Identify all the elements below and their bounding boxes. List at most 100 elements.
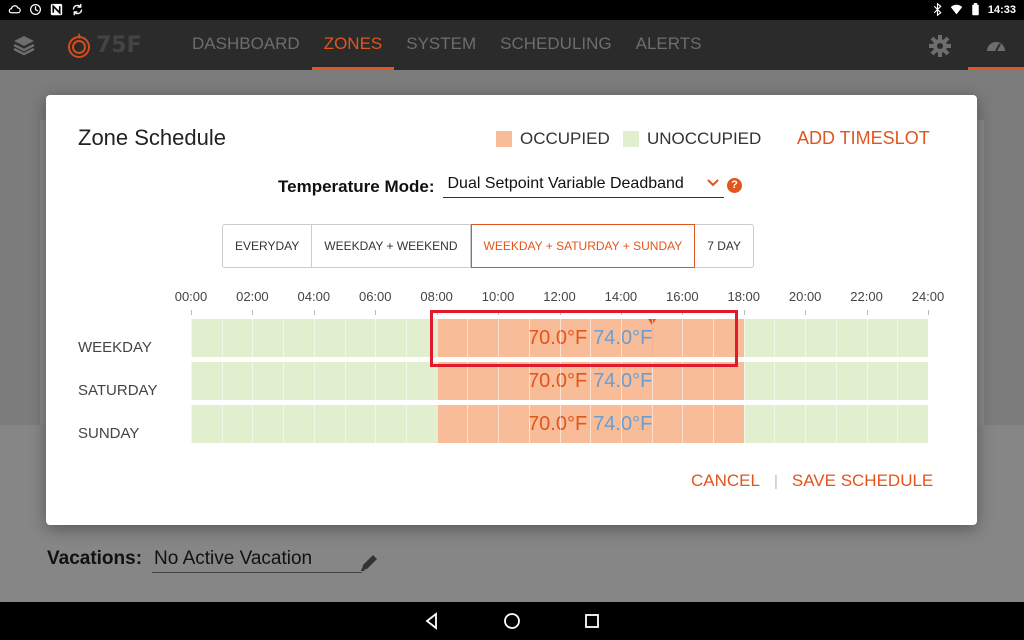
save-schedule-button[interactable]: SAVE SCHEDULE: [792, 471, 933, 491]
hour-gridline: [313, 315, 315, 445]
legend-occupied-label: OCCUPIED: [520, 129, 610, 148]
gauge-icon: [987, 41, 1005, 52]
logo-text: 75F: [96, 32, 142, 58]
vacation-row: Vacations: No Active Vacation: [47, 548, 363, 573]
app-logo: 75F: [66, 32, 142, 58]
dialog-title: Zone Schedule: [78, 125, 226, 150]
heating-setpoint: 70.0°F: [528, 413, 588, 435]
hour-tick: [743, 310, 745, 315]
status-bar: 14:33: [0, 0, 1024, 20]
recents-icon[interactable]: [582, 611, 602, 631]
highlight-box: [430, 310, 738, 367]
hour-label: 12:00: [543, 289, 576, 304]
hour-label: 08:00: [420, 289, 453, 304]
hour-tick: [313, 310, 315, 315]
help-icon[interactable]: ?: [727, 178, 742, 193]
tab-zones[interactable]: ZONES: [311, 20, 395, 70]
hour-label: 14:00: [604, 289, 638, 304]
cancel-button[interactable]: CANCEL: [691, 471, 760, 491]
chevron-down-icon: [707, 179, 719, 187]
hour-tick: [191, 310, 192, 315]
main-tabs: DASHBOARD ZONES SYSTEM SCHEDULING ALERTS: [180, 20, 713, 70]
temperature-mode-label: Temperature Mode:: [278, 176, 435, 196]
status-time: 14:33: [987, 3, 1016, 16]
back-icon[interactable]: [422, 611, 442, 631]
hour-gridline: [344, 315, 346, 445]
option-weekday-saturday-sunday[interactable]: WEEKDAY + SATURDAY + SUNDAY: [470, 224, 696, 268]
hour-gridline: [221, 315, 223, 445]
wifi-icon: [950, 4, 963, 15]
option-weekday-weekend[interactable]: WEEKDAY + WEEKEND: [312, 225, 471, 267]
row-label-saturday: SATURDAY: [78, 382, 158, 399]
hour-label: 24:00: [911, 289, 945, 304]
tab-alerts[interactable]: ALERTS: [624, 20, 714, 70]
hour-gridline: [866, 315, 868, 445]
hour-gridline: [897, 315, 899, 445]
vacation-label: Vacations:: [47, 548, 143, 569]
add-timeslot-button[interactable]: ADD TIMESLOT: [797, 128, 930, 149]
legend-unoccupied: UNOCCUPIED: [623, 129, 761, 149]
hour-gridline: [405, 315, 407, 445]
bluetooth-icon: [933, 3, 942, 16]
cooling-setpoint: 74.0°F: [593, 370, 653, 392]
hour-label: 18:00: [727, 289, 761, 304]
hour-gridline: [743, 315, 745, 445]
hour-label: 10:00: [481, 289, 515, 304]
hour-tick: [805, 310, 807, 315]
action-separator: |: [773, 472, 778, 490]
option-everyday[interactable]: EVERYDAY: [223, 225, 313, 267]
dialog-actions: CANCEL | SAVE SCHEDULE: [691, 471, 933, 491]
row-label-sunday: SUNDAY: [78, 425, 140, 442]
dashboard-gauge-button[interactable]: [968, 20, 1024, 70]
temperature-mode-select[interactable]: Dual Setpoint Variable Deadband: [442, 175, 724, 198]
hour-gridline: [805, 315, 807, 445]
hour-tick: [866, 310, 868, 315]
battery-icon: [972, 3, 979, 16]
option-7-day[interactable]: 7 DAY: [695, 225, 753, 267]
row-label-weekday: WEEKDAY: [78, 339, 152, 356]
hour-label: 20:00: [788, 289, 822, 304]
tab-scheduling[interactable]: SCHEDULING: [488, 20, 623, 70]
hour-tick: [375, 310, 377, 315]
hour-label: 04:00: [297, 289, 331, 304]
gear-icon[interactable]: [928, 34, 952, 58]
hour-label: 06:00: [358, 289, 392, 304]
tab-dashboard[interactable]: DASHBOARD: [180, 20, 312, 70]
hour-gridline: [835, 315, 837, 445]
hour-gridline: [252, 315, 254, 445]
cloud-icon: [8, 5, 21, 14]
temperature-mode-value: Dual Setpoint Variable Deadband: [447, 175, 684, 192]
zone-schedule-dialog: Zone Schedule OCCUPIED UNOCCUPIED ADD TI…: [46, 95, 977, 525]
occupied-swatch: [496, 131, 512, 147]
sync-icon: [72, 3, 83, 16]
unoccupied-swatch: [623, 131, 639, 147]
hour-gridline: [928, 315, 929, 445]
hour-axis: 00:00 02:00 04:00 06:00 08:00 10:00 12:00 14:00…: [175, 289, 945, 305]
flame-logo-icon: [68, 33, 90, 58]
hour-label: 22:00: [850, 289, 883, 304]
layers-icon[interactable]: [12, 34, 36, 56]
tab-system[interactable]: SYSTEM: [394, 20, 488, 70]
cooling-setpoint: 74.0°F: [593, 413, 653, 435]
clock-icon: [30, 4, 41, 15]
hour-gridline: [375, 315, 377, 445]
hour-gridline: [283, 315, 285, 445]
hour-tick: [252, 310, 254, 315]
legend-occupied: OCCUPIED: [496, 129, 610, 149]
home-icon[interactable]: [502, 611, 522, 631]
temperature-mode-row: Temperature Mode: Dual Setpoint Variable…: [278, 175, 724, 198]
hour-tick: [928, 310, 929, 315]
app-navbar: 75F DASHBOARD ZONES SYSTEM SCHEDULING AL…: [0, 20, 1024, 70]
hour-gridline: [191, 315, 192, 445]
vacation-value[interactable]: No Active Vacation: [152, 548, 363, 573]
schedule-type-selector: EVERYDAY WEEKDAY + WEEKEND WEEKDAY + SAT…: [222, 224, 755, 268]
pencil-icon[interactable]: [358, 552, 380, 574]
hour-label: 16:00: [666, 289, 699, 304]
legend-unoccupied-label: UNOCCUPIED: [647, 129, 762, 148]
hour-gridline: [774, 315, 776, 445]
hour-label: 00:00: [174, 289, 208, 304]
hour-label: 02:00: [236, 289, 269, 304]
heating-setpoint: 70.0°F: [528, 370, 588, 392]
n-app-icon: [50, 3, 63, 16]
system-nav-bar: [0, 602, 1024, 640]
